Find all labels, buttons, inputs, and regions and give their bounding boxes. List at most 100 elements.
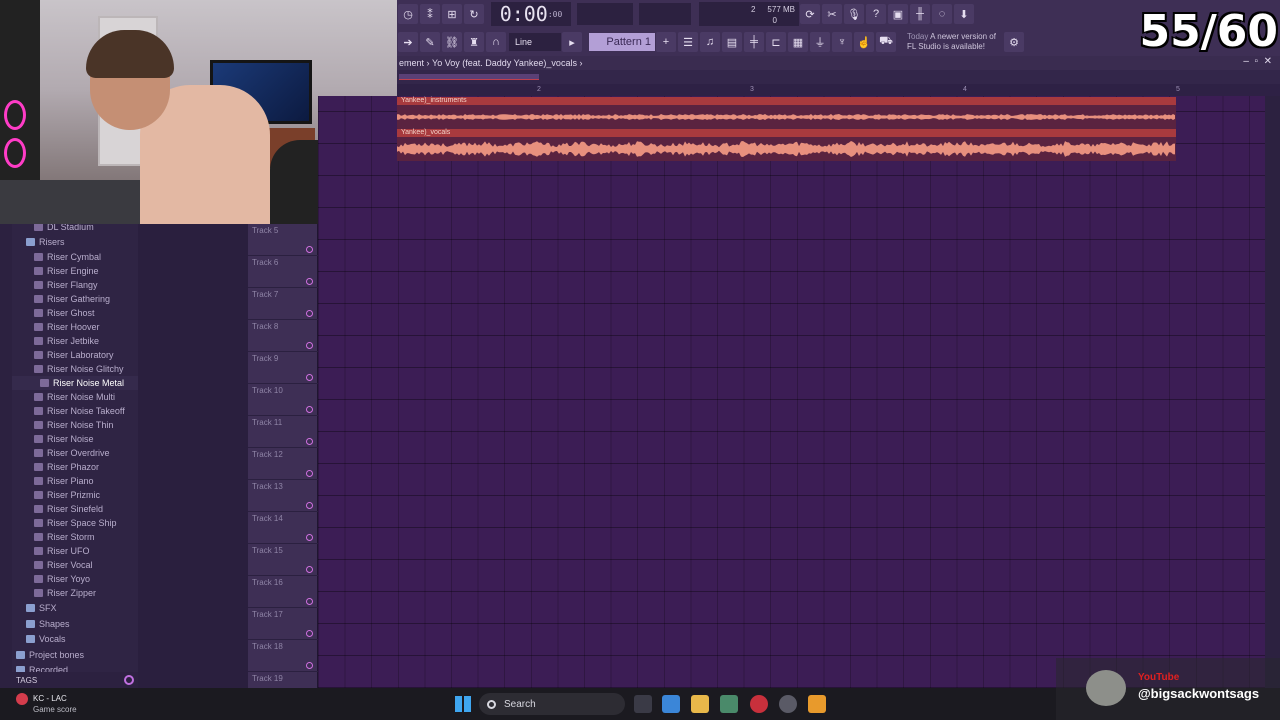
track-mute-dot[interactable]	[306, 246, 313, 253]
browser-folder-project-bones[interactable]: Project bones	[12, 648, 138, 662]
blend-icon[interactable]: ⊞	[442, 4, 462, 24]
snap-selector[interactable]: Line	[509, 33, 561, 51]
track-header[interactable]: Track 12	[248, 448, 318, 480]
track-mute-dot[interactable]	[306, 662, 313, 669]
search-icon[interactable]	[124, 675, 134, 685]
mixer-icon[interactable]: ╫	[910, 4, 930, 24]
track-header[interactable]: Track 18	[248, 640, 318, 672]
mixer-window-icon[interactable]: ╪	[744, 32, 764, 52]
link-icon[interactable]: ⛓	[442, 32, 462, 52]
browser-item[interactable]: Riser Noise Metal	[12, 376, 138, 390]
breadcrumb-prefix[interactable]: ement	[399, 58, 424, 68]
mic-icon[interactable]: 🎙	[844, 4, 864, 24]
pattern-selector[interactable]: Pattern 1	[589, 33, 655, 51]
browser-item[interactable]: Riser UFO	[12, 544, 138, 558]
track-mute-dot[interactable]	[306, 438, 313, 445]
reset-icon[interactable]: ⟳	[800, 4, 820, 24]
track-header[interactable]: Track 17	[248, 608, 318, 640]
browser-item[interactable]: Riser Phazor	[12, 460, 138, 474]
browser-item[interactable]: Riser Yoyo	[12, 572, 138, 586]
store-icon[interactable]	[720, 695, 738, 713]
tempo-icon[interactable]: ♆	[832, 32, 852, 52]
track-header[interactable]: Track 7	[248, 288, 318, 320]
track-header[interactable]: Track 15	[248, 544, 318, 576]
magnet-icon[interactable]: ∩	[486, 32, 506, 52]
save-icon[interactable]: ▣	[888, 4, 908, 24]
plugin-icon[interactable]: ▦	[788, 32, 808, 52]
playlist-icon[interactable]: ☰	[678, 32, 698, 52]
browser-item[interactable]: Riser Overdrive	[12, 446, 138, 460]
playlist-vscroll[interactable]	[1265, 96, 1280, 688]
audio-clip-instruments[interactable]: Yankee)_instruments	[397, 97, 1176, 129]
arrow-right-icon[interactable]: ➔	[398, 32, 418, 52]
browser-folder[interactable]: SFX	[12, 601, 138, 615]
add-pattern-icon[interactable]: +	[656, 32, 676, 52]
track-header[interactable]: Track 13	[248, 480, 318, 512]
track-mute-dot[interactable]	[306, 630, 313, 637]
game-score-icon[interactable]	[16, 693, 28, 705]
browser-item[interactable]: Riser Noise Glitchy	[12, 362, 138, 376]
track-header[interactable]: Track 6	[248, 256, 318, 288]
browser-item[interactable]: Riser Hoover	[12, 320, 138, 334]
timeline-ruler[interactable]: 2 3 4 5	[397, 84, 1280, 96]
browser-item[interactable]: Riser Jetbike	[12, 334, 138, 348]
breadcrumb-current[interactable]: Yo Voy (feat. Daddy Yankee)_vocals	[432, 58, 577, 68]
news-panel[interactable]: Today A newer version of FL Studio is av…	[907, 32, 1003, 52]
track-mute-dot[interactable]	[306, 502, 313, 509]
browser-item[interactable]: Riser Zipper	[12, 586, 138, 600]
browser-item[interactable]: Riser Noise Takeoff	[12, 404, 138, 418]
audio-clip-vocals[interactable]: Yankee)_vocals	[397, 129, 1176, 161]
track-header[interactable]: Track 8	[248, 320, 318, 352]
browser-folder-recorded[interactable]: Recorded	[12, 663, 138, 672]
browser-item[interactable]: DL Stadium	[12, 224, 138, 234]
copilot-icon[interactable]	[662, 695, 680, 713]
cut-icon[interactable]: ✂	[822, 4, 842, 24]
stamp-icon[interactable]: ♜	[464, 32, 484, 52]
browser-item[interactable]: Riser Vocal	[12, 558, 138, 572]
track-header[interactable]: Track 14	[248, 512, 318, 544]
loop-record-icon[interactable]: ↻	[464, 4, 484, 24]
browser-item[interactable]: Riser Laboratory	[12, 348, 138, 362]
download-icon[interactable]: ⬇	[954, 4, 974, 24]
track-mute-dot[interactable]	[306, 566, 313, 573]
file-explorer-icon[interactable]	[691, 695, 709, 713]
track-mute-dot[interactable]	[306, 342, 313, 349]
browser-item[interactable]: Riser Ghost	[12, 306, 138, 320]
taskbar-search[interactable]: Search	[479, 693, 625, 715]
track-mute-dot[interactable]	[306, 598, 313, 605]
playlist-grid[interactable]	[318, 96, 1265, 688]
track-header[interactable]: Track 5	[248, 224, 318, 256]
track-header[interactable]: Track 11	[248, 416, 318, 448]
touch-icon[interactable]: ☝	[854, 32, 874, 52]
track-mute-dot[interactable]	[306, 470, 313, 477]
windows-start-icon[interactable]	[455, 696, 471, 712]
metronome-icon[interactable]: ◷	[398, 4, 418, 24]
game-title[interactable]: KC - LAC	[33, 694, 67, 703]
chrome-icon[interactable]	[779, 695, 797, 713]
tempo-panel[interactable]	[577, 3, 633, 25]
window-controls[interactable]: – ▫ ✕	[1243, 56, 1272, 67]
browser-icon[interactable]: ⊏	[766, 32, 786, 52]
browser-item[interactable]: Riser Space Ship	[12, 516, 138, 530]
cart-icon[interactable]: ⛟	[876, 32, 896, 52]
track-mute-dot[interactable]	[306, 406, 313, 413]
browser-folder[interactable]: Vocals	[12, 632, 138, 646]
browser-item[interactable]: Riser Sinefeld	[12, 502, 138, 516]
fl-studio-icon[interactable]	[808, 695, 826, 713]
track-mute-dot[interactable]	[306, 278, 313, 285]
plug-icon[interactable]: ⏚	[810, 32, 830, 52]
channel-rack-icon[interactable]: ▤	[722, 32, 742, 52]
task-view-icon[interactable]	[634, 695, 652, 713]
browser-item[interactable]: Riser Engine	[12, 264, 138, 278]
pencil-icon[interactable]: ✎	[420, 32, 440, 52]
browser-folder[interactable]: Shapes	[12, 617, 138, 631]
browser-item[interactable]: Riser Noise	[12, 432, 138, 446]
browser-item[interactable]: Riser Prizmic	[12, 488, 138, 502]
track-mute-dot[interactable]	[306, 374, 313, 381]
pattern-panel[interactable]	[639, 3, 691, 25]
chat-icon[interactable]: ◌	[932, 4, 952, 24]
browser-item[interactable]: Riser Piano	[12, 474, 138, 488]
scroll-thumb[interactable]	[399, 74, 539, 80]
browser-item[interactable]: Riser Flangy	[12, 278, 138, 292]
opera-icon[interactable]	[750, 695, 768, 713]
